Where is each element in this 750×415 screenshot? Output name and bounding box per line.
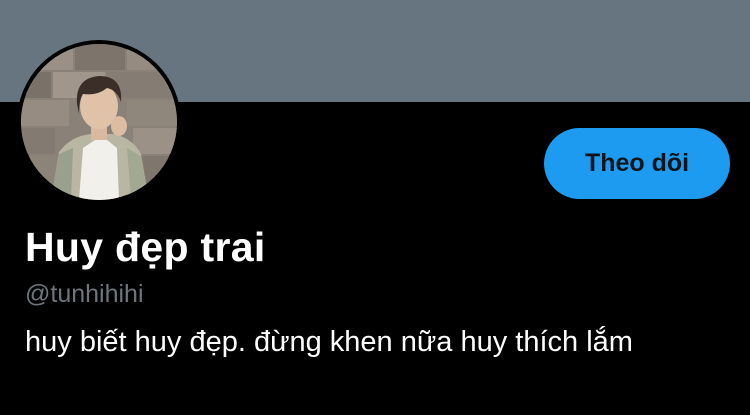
follow-button[interactable]: Theo dõi	[544, 128, 730, 199]
profile-bio: huy biết huy đẹp. đừng khen nữa huy thíc…	[25, 326, 633, 358]
profile-display-name: Huy đẹp trai	[25, 224, 266, 270]
profile-header: Theo dõi Huy đẹp trai @tunhihihi huy biế…	[0, 0, 750, 415]
profile-handle: @tunhihihi	[25, 280, 144, 308]
avatar[interactable]	[17, 40, 181, 204]
avatar-photo	[21, 44, 177, 200]
